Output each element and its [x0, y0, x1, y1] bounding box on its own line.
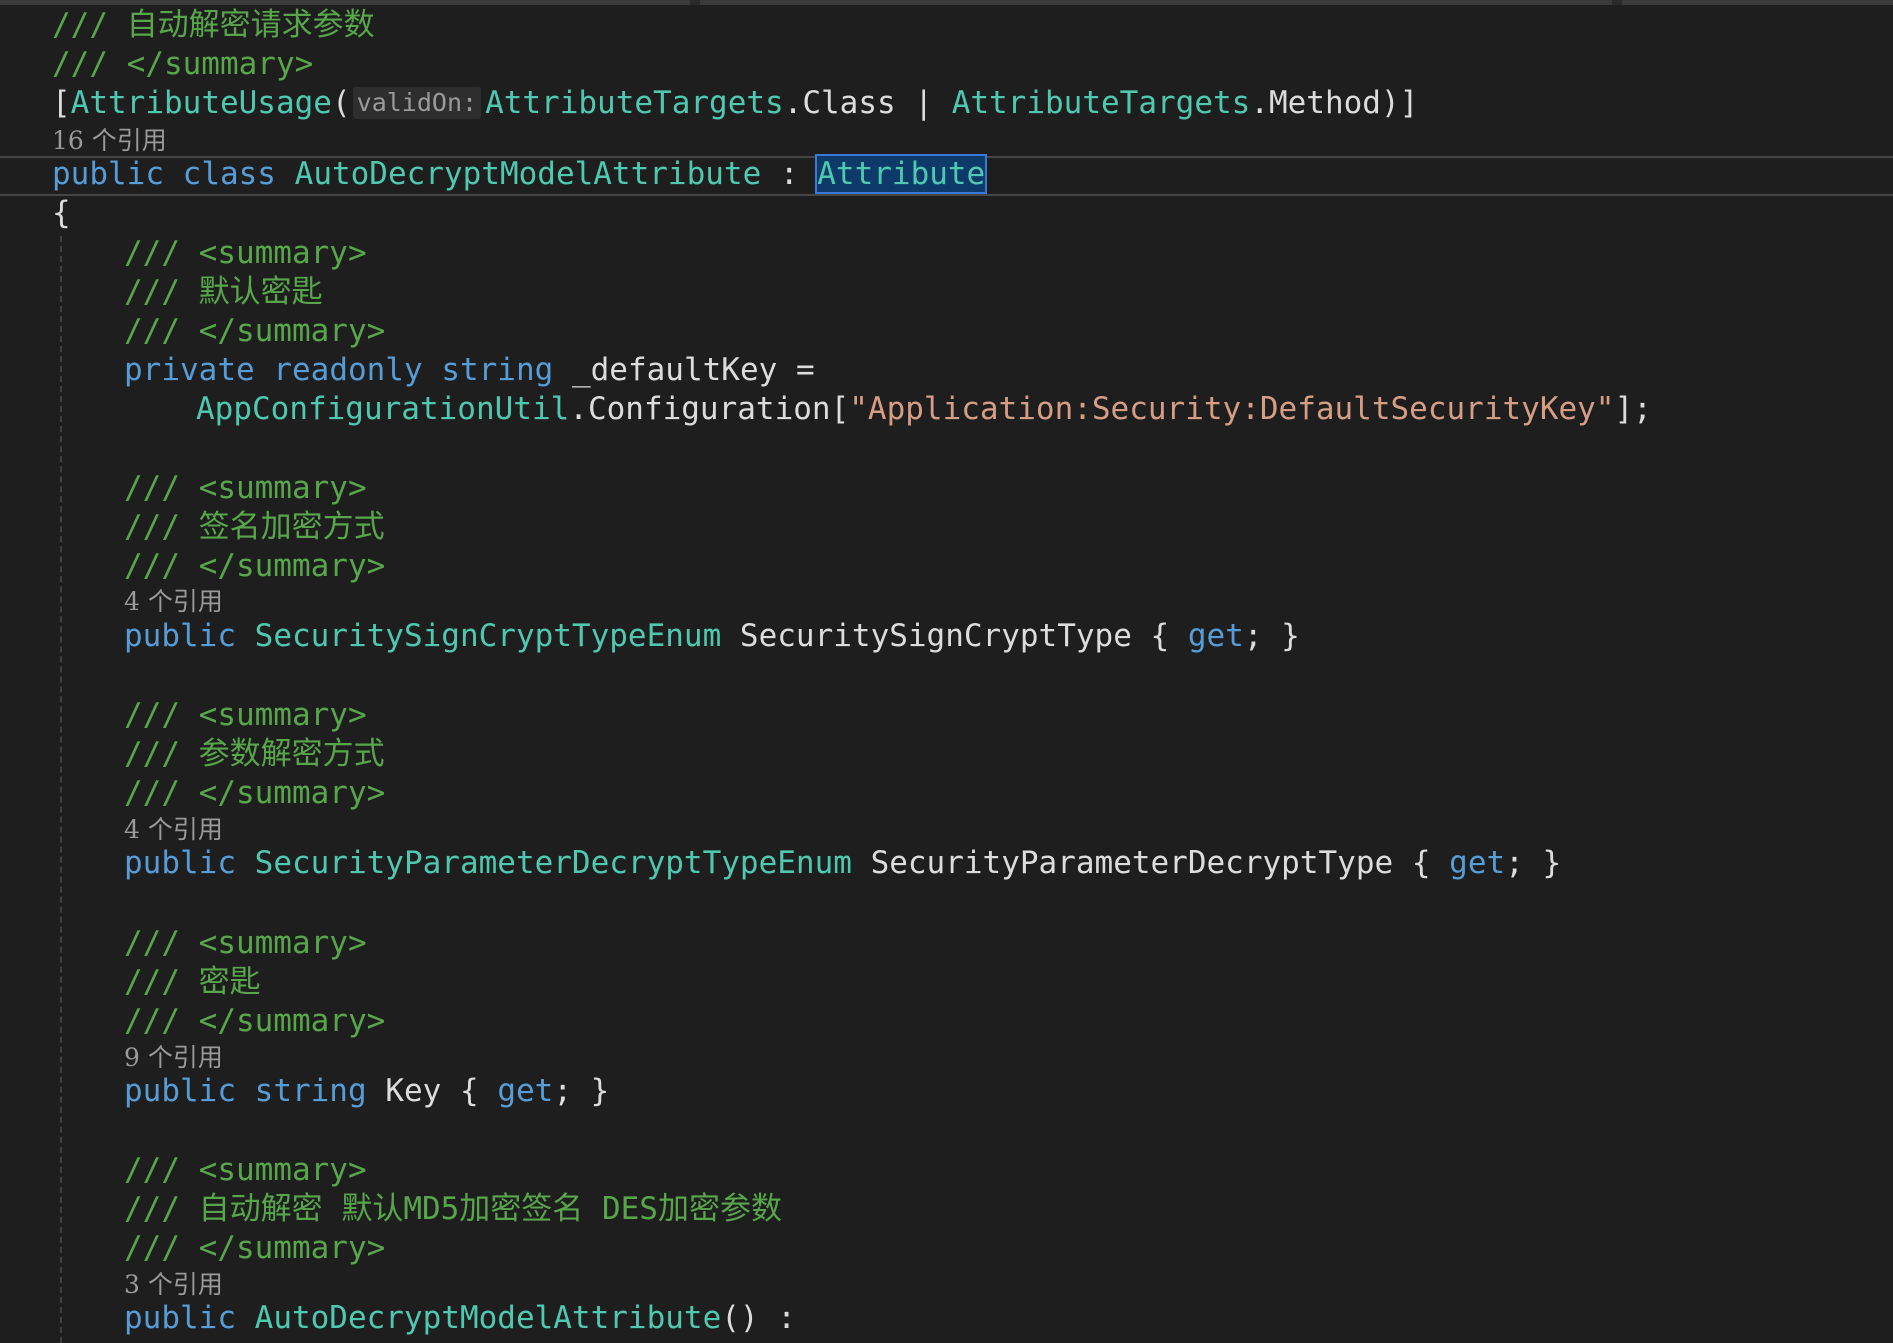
punctuation: ];	[1614, 391, 1652, 427]
doc-comment: /// <summary>	[124, 470, 367, 506]
member-name[interactable]: Class	[802, 85, 895, 121]
code-line[interactable]: AppConfigurationUtil.Configuration["Appl…	[0, 389, 1652, 429]
code-line[interactable]: private readonly string _defaultKey =	[0, 350, 815, 390]
field-name[interactable]: _defaultKey	[572, 352, 777, 388]
punctuation: () :	[721, 1300, 796, 1336]
code-line[interactable]: /// </summary>	[0, 773, 385, 813]
doc-comment: /// 参数解密方式	[124, 736, 385, 772]
brace: {	[52, 195, 71, 231]
code-line[interactable]: public SecurityParameterDecryptTypeEnum …	[0, 843, 1561, 883]
keyword: get	[1449, 845, 1506, 881]
doc-comment: /// </summary>	[124, 775, 386, 811]
member-name[interactable]: Configuration	[588, 391, 831, 427]
code-line[interactable]: /// </summary>	[0, 1228, 385, 1268]
code-line[interactable]: {	[0, 193, 71, 233]
punctuation: ; }	[1505, 845, 1562, 881]
punctuation: [	[830, 391, 850, 427]
code-line[interactable]: [AttributeUsage(validOn: AttributeTargets…	[0, 83, 1418, 123]
punctuation: .	[569, 391, 588, 427]
code-line[interactable]: /// <summary>	[0, 1150, 367, 1190]
punctuation: ; }	[1243, 618, 1300, 654]
keyword: private	[124, 352, 255, 388]
keyword: string	[441, 352, 554, 388]
code-line[interactable]: /// <summary>	[0, 233, 367, 273]
punctuation: .	[783, 85, 803, 121]
type-name[interactable]: SecurityParameterDecryptTypeEnum	[255, 845, 852, 881]
keyword: public	[124, 1300, 236, 1336]
code-line[interactable]: public SecuritySignCryptTypeEnum Securit…	[0, 616, 1300, 656]
keyword: get	[497, 1073, 554, 1109]
code-line[interactable]: /// </summary>	[0, 1001, 385, 1041]
punctuation: .	[1250, 85, 1269, 121]
code-line[interactable]: /// <summary>	[0, 468, 367, 508]
punctuation: :	[761, 156, 818, 192]
class-name[interactable]: AutoDecryptModelAttribute	[295, 156, 762, 192]
keyword: public	[124, 618, 236, 654]
punctuation: {	[1131, 618, 1188, 654]
member-name[interactable]: Method	[1269, 85, 1381, 121]
doc-comment: /// </summary>	[124, 1003, 386, 1039]
doc-comment: /// 自动解密 默认MD5加密签名 DES加密参数	[124, 1191, 782, 1227]
doc-comment: /// 密匙	[124, 964, 261, 1000]
doc-comment: /// 签名加密方式	[124, 509, 385, 545]
code-line[interactable]: /// <summary>	[0, 923, 367, 963]
code-line[interactable]: /// 自动解密请求参数	[0, 5, 375, 45]
doc-comment: /// <summary>	[124, 697, 367, 733]
punctuation: )]	[1380, 85, 1419, 121]
punctuation: {	[441, 1073, 498, 1109]
parameter-inlay-hint: validOn:	[352, 87, 482, 119]
doc-comment: /// <summary>	[124, 925, 367, 961]
codelens-references[interactable]: 16 个引用	[0, 126, 167, 156]
property-name[interactable]: SecuritySignCryptType	[740, 618, 1132, 654]
codelens-references[interactable]: 9 个引用	[0, 1043, 223, 1073]
punctuation: {	[1393, 845, 1450, 881]
attribute-name[interactable]: AttributeUsage	[71, 85, 332, 121]
code-line[interactable]: /// </summary>	[0, 44, 313, 84]
doc-comment: /// </summary>	[124, 548, 386, 584]
keyword: string	[254, 1073, 367, 1109]
doc-comment: /// 默认密匙	[124, 274, 323, 310]
punctuation: [	[52, 85, 71, 121]
constructor-name[interactable]: AutoDecryptModelAttribute	[255, 1300, 722, 1336]
code-line[interactable]: public string Key { get; }	[0, 1071, 609, 1111]
keyword: readonly	[273, 352, 423, 388]
code-line[interactable]: /// 密匙	[0, 962, 261, 1002]
property-name[interactable]: Key	[385, 1073, 441, 1109]
code-line[interactable]: /// </summary>	[0, 546, 385, 586]
keyword: class	[182, 156, 276, 192]
code-line[interactable]: /// <summary>	[0, 695, 367, 735]
code-line[interactable]: /// </summary>	[0, 311, 385, 351]
string-literal: "Application:Security:DefaultSecurityKey…	[849, 391, 1615, 427]
doc-comment: /// </summary>	[124, 313, 386, 349]
code-line[interactable]: /// 签名加密方式	[0, 507, 385, 547]
doc-comment: /// 自动解密请求参数	[52, 7, 375, 43]
keyword: public	[52, 156, 164, 192]
base-class-selected[interactable]: Attribute	[815, 154, 988, 194]
code-line[interactable]: public AutoDecryptModelAttribute() :	[0, 1298, 796, 1338]
keyword: get	[1187, 618, 1244, 654]
doc-comment: /// <summary>	[124, 1152, 367, 1188]
keyword: public	[124, 1073, 236, 1109]
code-line[interactable]: public class AutoDecryptModelAttribute :…	[0, 154, 988, 194]
code-line[interactable]: /// 默认密匙	[0, 272, 323, 312]
operator: |	[895, 85, 952, 121]
doc-comment: /// </summary>	[124, 1230, 386, 1266]
code-editor[interactable]: /// 自动解密请求参数 /// </summary> [AttributeUs…	[0, 0, 1893, 1343]
type-name[interactable]: AppConfigurationUtil	[196, 391, 569, 427]
type-name[interactable]: AttributeTargets	[952, 85, 1251, 121]
type-name[interactable]: AttributeTargets	[485, 85, 784, 121]
punctuation: ; }	[553, 1073, 610, 1109]
punctuation: (	[331, 85, 351, 121]
doc-comment: /// </summary>	[52, 46, 314, 82]
codelens-references[interactable]: 4 个引用	[0, 587, 223, 617]
code-line[interactable]: /// 自动解密 默认MD5加密签名 DES加密参数	[0, 1189, 782, 1229]
operator: =	[777, 352, 815, 388]
type-name[interactable]: SecuritySignCryptTypeEnum	[255, 618, 722, 654]
doc-comment: /// <summary>	[124, 235, 367, 271]
property-name[interactable]: SecurityParameterDecryptType	[871, 845, 1394, 881]
codelens-references[interactable]: 3 个引用	[0, 1270, 223, 1300]
code-line[interactable]: /// 参数解密方式	[0, 734, 385, 774]
keyword: public	[124, 845, 236, 881]
codelens-references[interactable]: 4 个引用	[0, 815, 223, 845]
